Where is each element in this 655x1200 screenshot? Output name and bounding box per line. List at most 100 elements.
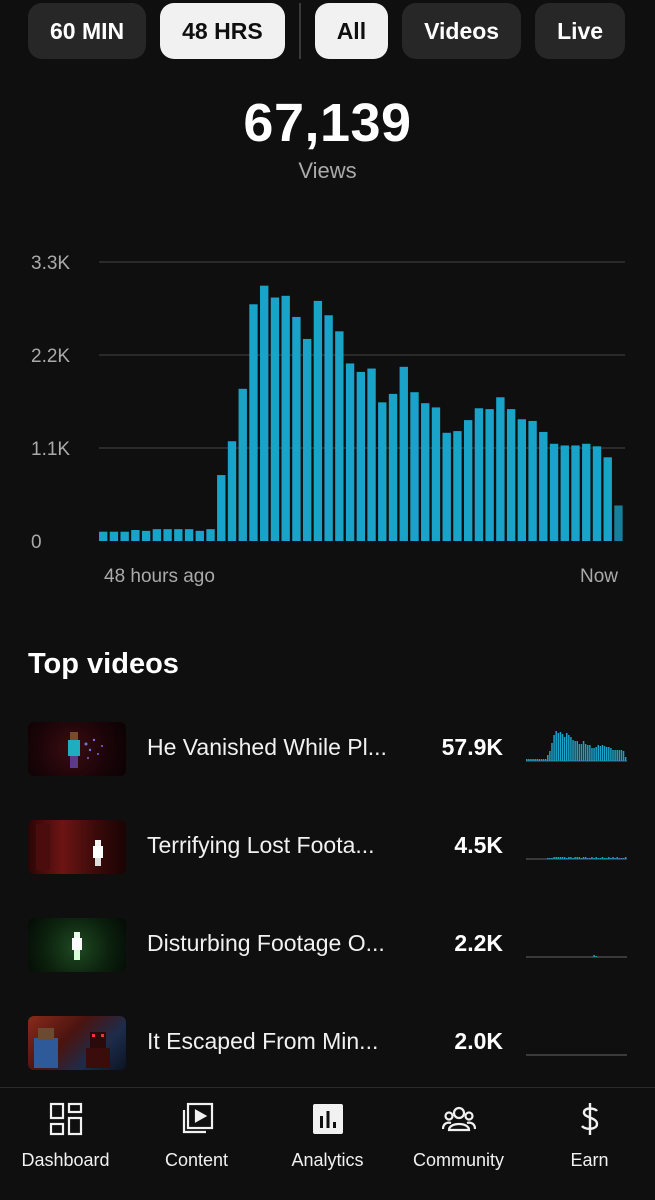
nav-label-earn: Earn: [570, 1150, 609, 1170]
chart-bar[interactable]: [292, 316, 301, 541]
chart-bar[interactable]: [238, 388, 247, 541]
sparkline-bar: [584, 744, 587, 761]
chart-bar[interactable]: [474, 408, 484, 541]
nav-dashboard[interactable]: Dashboard: [0, 1088, 131, 1200]
chart-bar[interactable]: [324, 315, 333, 541]
dashboard-icon: [49, 1102, 82, 1136]
chart-bar[interactable]: [195, 530, 204, 541]
bottom-nav: Dashboard Content Analytics Community Ea…: [0, 1087, 655, 1200]
chart-bar[interactable]: [378, 402, 387, 541]
nav-community[interactable]: Community: [393, 1088, 524, 1200]
video-sparkline: [526, 1054, 627, 1056]
chart-bar[interactable]: [302, 338, 312, 541]
sparkline-bar: [610, 748, 612, 761]
filter-60-min[interactable]: 60 MIN: [28, 3, 147, 59]
chart-bar[interactable]: [549, 443, 559, 541]
x-axis-start-label: 48 hours ago: [104, 566, 215, 587]
video-row[interactable]: Disturbing Footage O... 2.2K: [0, 914, 655, 1012]
sparkline-bar: [605, 858, 608, 859]
sparkline-bar: [593, 858, 595, 859]
chart-bar[interactable]: [163, 529, 172, 541]
chart-bar[interactable]: [184, 529, 194, 541]
sparkline-bar: [582, 857, 585, 859]
video-thumbnail: [28, 918, 126, 972]
chart-bar[interactable]: [356, 371, 366, 541]
chart-bar[interactable]: [496, 397, 505, 541]
chart-bar[interactable]: [603, 457, 612, 541]
chart-bar[interactable]: [131, 530, 140, 541]
chart-bar[interactable]: [367, 368, 376, 541]
sparkline-bar: [591, 748, 593, 761]
chart-bar[interactable]: [517, 419, 527, 541]
sparkline-bar: [608, 857, 610, 859]
sparkline-bar: [595, 956, 597, 957]
chart-bar[interactable]: [442, 432, 451, 541]
chart-bar[interactable]: [99, 531, 108, 541]
chart-bar[interactable]: [614, 505, 623, 541]
nav-analytics[interactable]: Analytics: [262, 1088, 393, 1200]
filter-48-hrs[interactable]: 48 HRS: [160, 3, 285, 59]
sparkline-bar: [614, 750, 616, 761]
chart-bar[interactable]: [453, 431, 462, 541]
filter-videos[interactable]: Videos: [402, 3, 522, 59]
sparkline-bar: [597, 858, 600, 859]
sparkline-bar: [620, 750, 623, 761]
sparkline-bar: [624, 857, 627, 859]
nav-content[interactable]: Content: [131, 1088, 262, 1200]
video-row[interactable]: He Vanished While Pl... 57.9K: [0, 718, 655, 816]
sparkline-bar: [589, 745, 591, 761]
chart-bar[interactable]: [539, 431, 548, 541]
chart-bar[interactable]: [141, 530, 151, 541]
sparkline-bar: [599, 858, 602, 859]
chart-bar[interactable]: [227, 441, 237, 541]
community-icon: [441, 1106, 476, 1132]
chart-bar[interactable]: [152, 529, 162, 541]
sparkline-bar: [530, 759, 532, 761]
filter-live[interactable]: Live: [535, 3, 626, 59]
chart-bar[interactable]: [270, 297, 280, 541]
sparkline-bar: [551, 743, 553, 761]
chart-bar[interactable]: [281, 295, 290, 541]
sparkline-bar: [534, 759, 536, 761]
nav-earn[interactable]: Earn: [524, 1088, 655, 1200]
chart-bar[interactable]: [335, 331, 344, 541]
video-row[interactable]: Terrifying Lost Foota... 4.5K: [0, 816, 655, 914]
sparkline-bar: [561, 857, 564, 859]
chart-bar[interactable]: [388, 393, 398, 541]
chart-bar[interactable]: [260, 285, 269, 541]
sparkline-bar: [578, 857, 581, 859]
chart-bar[interactable]: [582, 443, 591, 541]
sparkline-bar: [549, 751, 551, 761]
chart-bar[interactable]: [410, 392, 419, 541]
chart-bar[interactable]: [174, 529, 183, 541]
sparkline-bar: [597, 745, 600, 761]
sparkline-bar: [603, 858, 606, 859]
chart-bar[interactable]: [560, 445, 569, 541]
chart-bar[interactable]: [571, 445, 580, 541]
sparkline-bar: [528, 759, 530, 761]
chart-bar[interactable]: [120, 531, 129, 541]
chart-bar[interactable]: [421, 403, 430, 541]
chart-bar[interactable]: [313, 300, 323, 541]
video-sparkline: [526, 857, 627, 860]
chart-bar[interactable]: [506, 409, 516, 541]
chart-bar[interactable]: [399, 366, 408, 541]
sparkline-bar: [580, 858, 583, 859]
sparkline-bar: [553, 735, 555, 761]
y-tick-label: 3.3K: [31, 253, 70, 274]
chart-bar[interactable]: [217, 475, 226, 541]
chart-bar[interactable]: [345, 363, 355, 541]
video-title: He Vanished While Pl...: [147, 734, 387, 760]
video-title: It Escaped From Min...: [147, 1028, 379, 1054]
chart-bar[interactable]: [206, 529, 215, 541]
chart-bar[interactable]: [463, 420, 473, 541]
chart-bar[interactable]: [249, 304, 258, 541]
chart-bar[interactable]: [431, 407, 441, 541]
chart-bar[interactable]: [528, 420, 537, 541]
filter-all[interactable]: All: [314, 3, 389, 59]
filter-divider: [298, 3, 301, 59]
chart-bar[interactable]: [485, 409, 494, 541]
video-views: 4.5K: [454, 832, 503, 858]
chart-bar[interactable]: [592, 446, 602, 541]
chart-bar[interactable]: [109, 531, 119, 541]
